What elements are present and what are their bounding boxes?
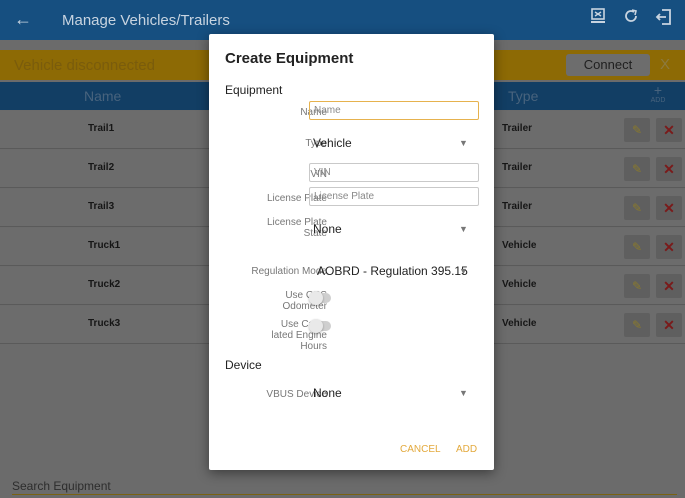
row-name: Truck1 xyxy=(88,240,121,251)
calculated-engine-hours-toggle[interactable] xyxy=(309,319,331,333)
vbus-device-select[interactable]: None xyxy=(313,386,342,400)
row-name: Trail1 xyxy=(88,123,115,134)
section-device: Device xyxy=(225,358,262,372)
plus-icon: + xyxy=(653,82,663,98)
cancel-button[interactable]: CANCEL xyxy=(400,444,441,455)
edit-pencil-icon[interactable]: ✎ xyxy=(624,196,650,220)
row-type: Trailer xyxy=(502,162,533,173)
row-name: Trail3 xyxy=(88,201,115,212)
regulation-mode-label: Regulation Mode xyxy=(251,266,327,277)
toggle-knob xyxy=(309,319,323,333)
plate-state-label-line2: State xyxy=(303,228,327,239)
back-arrow-icon[interactable]: ← xyxy=(14,9,32,30)
row-name: Truck2 xyxy=(88,279,121,290)
delete-x-icon[interactable]: ✕ xyxy=(656,313,682,337)
create-equipment-dialog: Create Equipment Equipment Name Name Typ… xyxy=(209,34,494,470)
dialog-title: Create Equipment xyxy=(225,50,354,67)
row-type: Vehicle xyxy=(502,318,537,329)
row-type: Vehicle xyxy=(502,240,537,251)
toggle-knob xyxy=(309,291,323,305)
section-equipment: Equipment xyxy=(225,83,283,97)
add-header-label: ADD xyxy=(650,97,666,104)
delete-x-icon[interactable]: ✕ xyxy=(656,196,682,220)
type-dropdown-icon[interactable]: ▼ xyxy=(459,138,468,148)
eld-icon[interactable] xyxy=(591,8,605,29)
row-name: Truck3 xyxy=(88,318,121,329)
edit-pencil-icon[interactable]: ✎ xyxy=(624,157,650,181)
vbus-device-label: VBUS Device xyxy=(266,389,327,400)
edit-pencil-icon[interactable]: ✎ xyxy=(624,274,650,298)
vbus-dropdown-icon[interactable]: ▼ xyxy=(459,388,468,398)
delete-x-icon[interactable]: ✕ xyxy=(656,118,682,142)
dismiss-status-button[interactable]: X xyxy=(660,56,670,73)
regulation-mode-select[interactable]: AOBRD - Regulation 395.15 xyxy=(317,264,468,278)
add-equipment-button[interactable]: + ADD xyxy=(646,82,670,105)
type-select[interactable]: Vehicle xyxy=(313,136,352,150)
edit-pencil-icon[interactable]: ✎ xyxy=(624,313,650,337)
search-input[interactable]: Search Equipment xyxy=(12,479,111,493)
row-type: Trailer xyxy=(502,123,533,134)
delete-x-icon[interactable]: ✕ xyxy=(656,274,682,298)
plate-state-dropdown-icon[interactable]: ▼ xyxy=(459,224,468,234)
plate-state-label-line1: License Plate xyxy=(266,217,327,228)
search-underline xyxy=(12,494,677,495)
column-header-type: Type xyxy=(508,88,539,104)
name-field[interactable]: Name xyxy=(309,101,479,120)
row-type: Vehicle xyxy=(502,279,537,290)
search-bar[interactable]: Search Equipment xyxy=(0,472,685,498)
delete-x-icon[interactable]: ✕ xyxy=(656,157,682,181)
row-type: Trailer xyxy=(502,201,533,212)
status-message: Vehicle disconnected xyxy=(14,57,155,74)
row-name: Trail2 xyxy=(88,162,115,173)
connect-button[interactable]: Connect xyxy=(566,54,650,76)
regulation-dropdown-icon[interactable]: ▼ xyxy=(459,266,468,276)
engine-hours-label-line3: Hours xyxy=(300,341,327,352)
add-button[interactable]: ADD xyxy=(456,444,477,455)
vin-field[interactable]: VIN xyxy=(309,163,479,182)
edit-pencil-icon[interactable]: ✎ xyxy=(624,235,650,259)
gps-odometer-toggle[interactable] xyxy=(309,291,331,305)
delete-x-icon[interactable]: ✕ xyxy=(656,235,682,259)
type-label: Type xyxy=(305,138,327,149)
refresh-icon[interactable] xyxy=(623,8,639,29)
engine-hours-label-line2: lated Engine xyxy=(271,330,327,341)
license-plate-field[interactable]: License Plate xyxy=(309,187,479,206)
plate-state-select[interactable]: None xyxy=(313,222,342,236)
column-header-name: Name xyxy=(84,88,122,104)
page-title: Manage Vehicles/Trailers xyxy=(62,12,230,29)
edit-pencil-icon[interactable]: ✎ xyxy=(624,118,650,142)
logout-icon[interactable] xyxy=(655,8,673,31)
